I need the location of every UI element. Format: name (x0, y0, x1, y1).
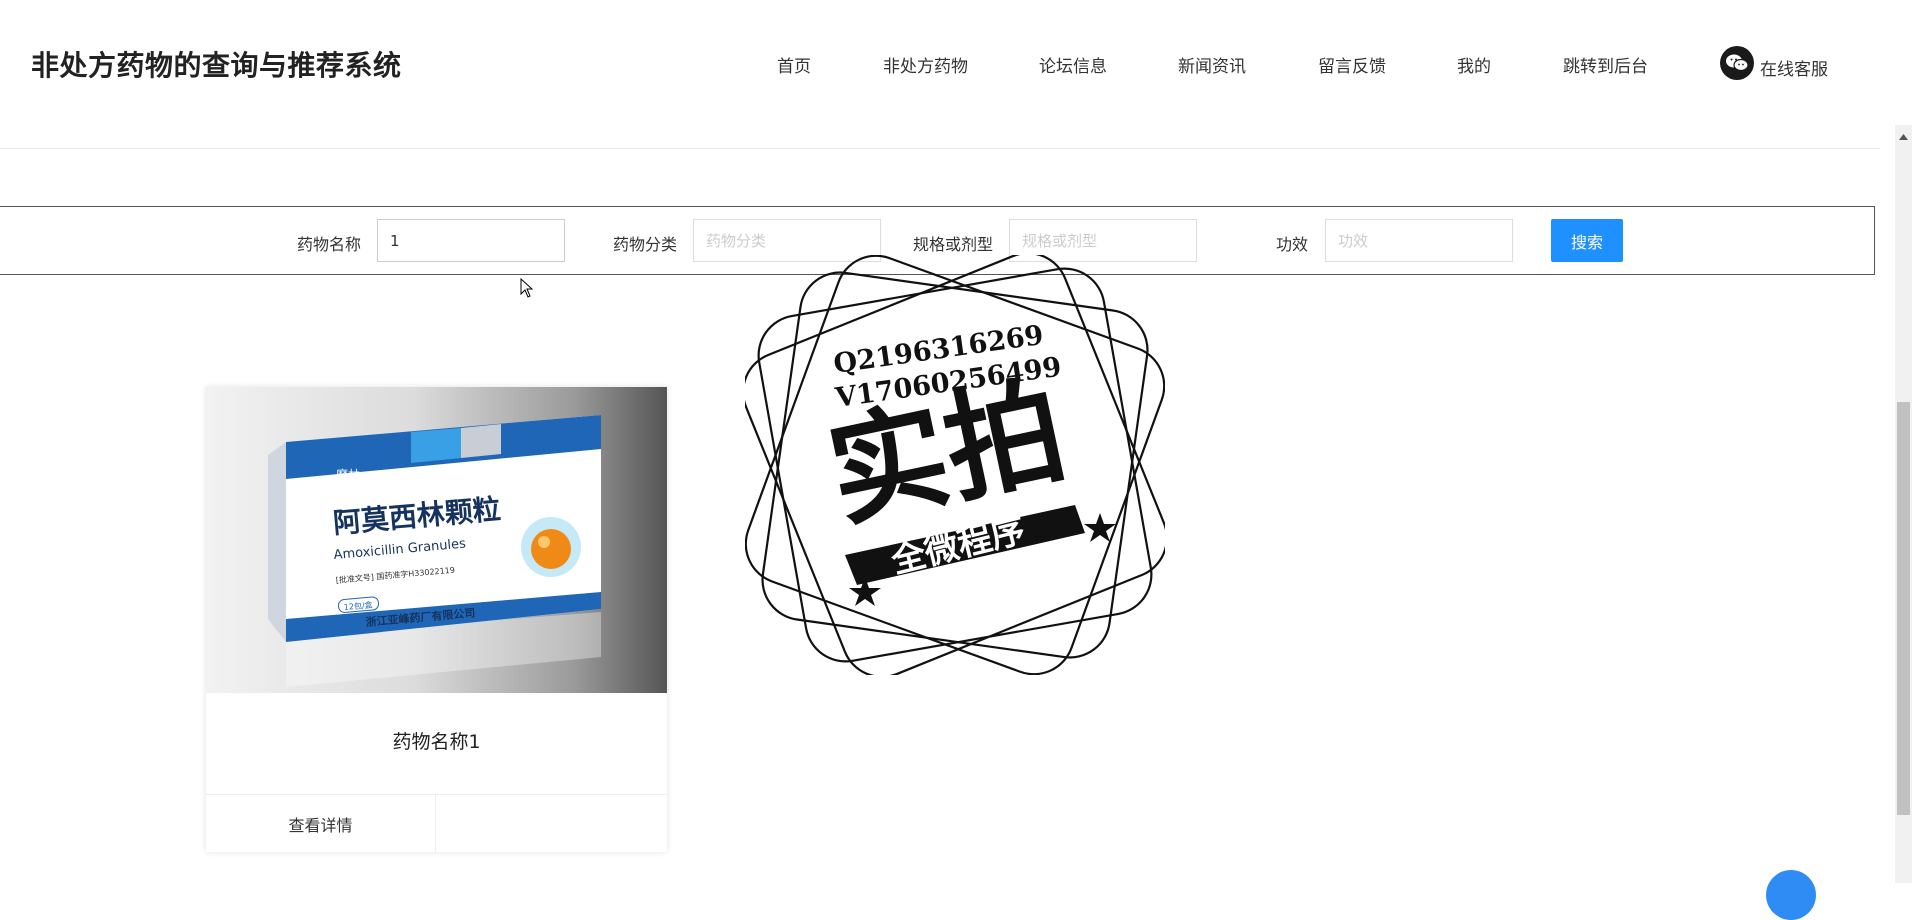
scrollbar-thumb[interactable] (1897, 402, 1910, 815)
card-footer-empty-cell (436, 795, 667, 853)
mouse-cursor-icon (520, 278, 534, 298)
main-nav: 首页 非处方药物 论坛信息 新闻资讯 留言反馈 我的 跳转到后台 (0, 50, 1912, 80)
header-divider (0, 148, 1880, 149)
nav-home[interactable]: 首页 (777, 52, 811, 77)
drug-card-title[interactable]: 药物名称1 (206, 727, 667, 754)
drug-card-footer: 查看详情 (206, 794, 667, 853)
drug-name-label: 药物名称 (297, 235, 362, 254)
view-details-button[interactable]: 查看详情 (206, 795, 436, 853)
star-icon (849, 577, 881, 606)
watermark-stamp: Q2196316269 V17060256499 实拍 全微程序 (745, 255, 1165, 675)
efficacy-input[interactable] (1325, 219, 1513, 262)
floating-action-button[interactable] (1766, 870, 1816, 920)
search-button[interactable]: 搜索 (1551, 219, 1623, 262)
drug-name-input[interactable] (377, 219, 565, 262)
site-header: 非处方药物的查询与推荐系统 首页 非处方药物 论坛信息 新闻资讯 留言反馈 我的… (0, 0, 1912, 125)
drug-category-label: 药物分类 (613, 235, 678, 254)
spec-form-label: 规格或剂型 (913, 235, 994, 254)
nav-feedback[interactable]: 留言反馈 (1318, 52, 1386, 77)
online-service-label: 在线客服 (1760, 60, 1828, 80)
online-service-link[interactable]: 在线客服 (1720, 45, 1828, 80)
drug-box-illustration: 摩林 阿莫西林颗粒 Amoxicillin Granules [批准文号] 国药… (268, 415, 601, 687)
efficacy-label: 功效 (1276, 235, 1309, 254)
drug-image[interactable]: 摩林 阿莫西林颗粒 Amoxicillin Granules [批准文号] 国药… (206, 387, 667, 693)
drug-card[interactable]: 摩林 阿莫西林颗粒 Amoxicillin Granules [批准文号] 国药… (206, 387, 667, 853)
nav-forum[interactable]: 论坛信息 (1039, 52, 1107, 77)
nav-news[interactable]: 新闻资讯 (1178, 52, 1246, 77)
nav-otc-drugs[interactable]: 非处方药物 (883, 52, 968, 77)
wechat-icon (1720, 45, 1754, 80)
scroll-up-arrow-icon[interactable] (1895, 128, 1912, 145)
nav-admin[interactable]: 跳转到后台 (1563, 52, 1648, 77)
nav-mine[interactable]: 我的 (1457, 52, 1491, 77)
box-brand: 摩林 (336, 467, 360, 482)
